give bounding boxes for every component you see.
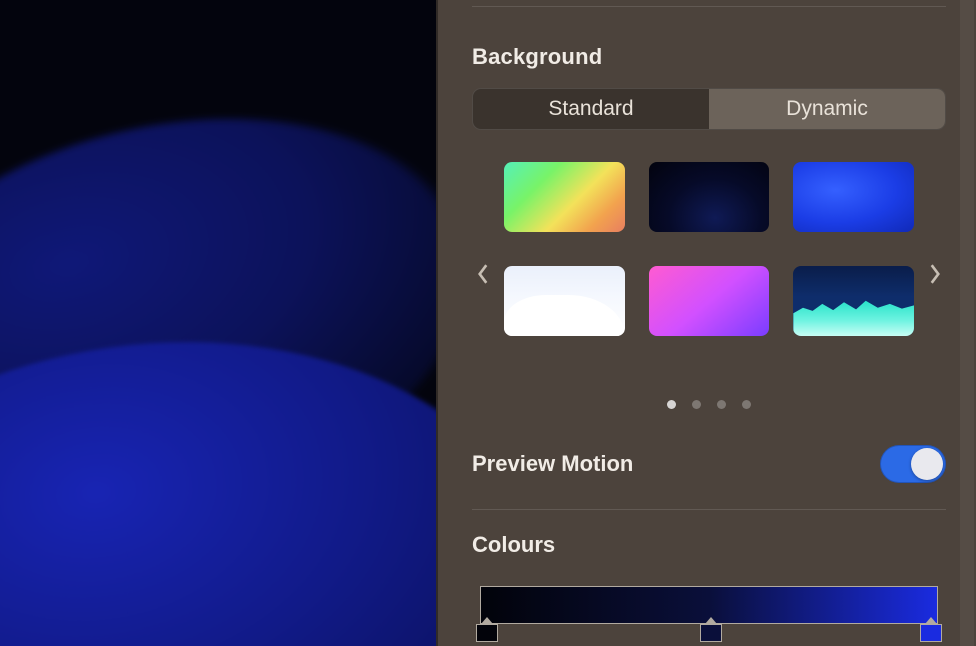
colour-gradient-editor — [472, 586, 946, 642]
toggle-knob — [911, 448, 943, 480]
thumbnail-white-clouds[interactable] — [504, 266, 625, 336]
gradient-stop-3[interactable] — [920, 617, 942, 642]
gradient-stop-pointer-icon — [925, 617, 937, 624]
chevron-left-icon — [476, 263, 490, 285]
settings-panel: Background Standard Dynamic — [436, 0, 976, 646]
divider — [472, 509, 946, 510]
thumbnail-rainbow-gradient[interactable] — [504, 162, 625, 232]
page-dot-1[interactable] — [667, 400, 676, 409]
colours-section-title: Colours — [472, 532, 946, 558]
page-dot-2[interactable] — [692, 400, 701, 409]
gradient-stop-2[interactable] — [700, 617, 722, 642]
thumbnail-pink-purple-gradient[interactable] — [649, 266, 770, 336]
preview-motion-row: Preview Motion — [472, 445, 946, 483]
thumbnail-blue-waves[interactable] — [793, 162, 914, 232]
background-mode-segment: Standard Dynamic — [472, 88, 946, 130]
segment-dynamic[interactable]: Dynamic — [709, 89, 945, 129]
gradient-stop-chip — [920, 624, 942, 642]
thumbnail-grid — [504, 162, 914, 336]
gradient-stop-pointer-icon — [705, 617, 717, 624]
preview-motion-toggle[interactable] — [880, 445, 946, 483]
gradient-stop-chip — [476, 624, 498, 642]
thumbnail-night-clouds[interactable] — [649, 162, 770, 232]
pagination-dots — [472, 400, 946, 409]
page-dot-3[interactable] — [717, 400, 726, 409]
thumbnail-teal-mountains[interactable] — [793, 266, 914, 336]
segment-standard[interactable]: Standard — [473, 89, 709, 129]
background-section-title: Background — [472, 44, 946, 70]
chevron-right-icon — [928, 263, 942, 285]
scrollbar[interactable] — [960, 0, 974, 646]
divider — [472, 6, 946, 7]
gradient-stop-1[interactable] — [476, 617, 498, 642]
app-root: Background Standard Dynamic — [0, 0, 976, 646]
prev-page-button[interactable] — [470, 256, 496, 292]
preview-motion-label: Preview Motion — [472, 451, 633, 477]
background-preview — [0, 0, 436, 646]
gradient-stop-chip — [700, 624, 722, 642]
next-page-button[interactable] — [922, 256, 948, 292]
background-thumbnails — [472, 162, 946, 394]
page-dot-4[interactable] — [742, 400, 751, 409]
gradient-stop-pointer-icon — [481, 617, 493, 624]
